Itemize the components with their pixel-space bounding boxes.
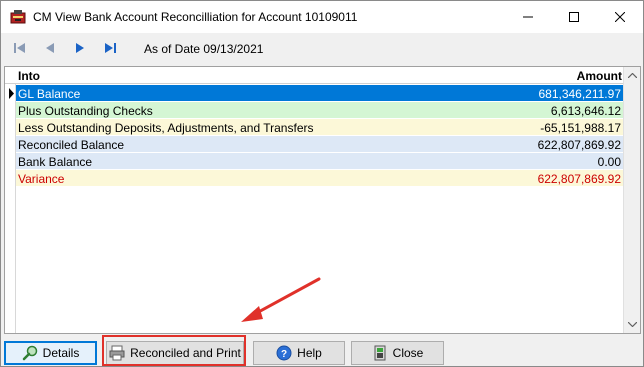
- row-amount: 681,346,211.97: [538, 87, 621, 101]
- help-button-label: Help: [297, 346, 322, 360]
- current-row-arrow-icon: [7, 85, 15, 102]
- minimize-button[interactable]: [505, 1, 551, 33]
- vertical-scrollbar[interactable]: [623, 67, 640, 333]
- help-button[interactable]: ? Help: [253, 341, 345, 365]
- reconciled-and-print-label: Reconciled and Print: [130, 346, 241, 360]
- row-label: GL Balance: [18, 87, 81, 101]
- row-label: Reconciled Balance: [18, 138, 125, 152]
- row-label: Variance: [18, 172, 65, 186]
- window-title: CM View Bank Account Reconcilliation for…: [33, 10, 358, 24]
- details-button[interactable]: Details: [4, 341, 97, 365]
- previous-record-button[interactable]: [41, 40, 59, 56]
- row-label: Bank Balance: [18, 155, 93, 169]
- button-bar: Details Reconciled and Print ? Help Clos…: [1, 337, 643, 367]
- scroll-up-icon[interactable]: [624, 67, 640, 84]
- column-header-into[interactable]: Into: [18, 69, 40, 83]
- grid-row[interactable]: GL Balance 681,346,211.97: [16, 85, 624, 102]
- app-bank-icon: [9, 9, 27, 25]
- first-record-button[interactable]: [11, 40, 29, 56]
- close-window-button[interactable]: [597, 1, 643, 33]
- grid-row[interactable]: Plus Outstanding Checks 6,613,646.12: [16, 102, 624, 119]
- row-amount: 622,807,869.92: [537, 172, 621, 186]
- reconciled-and-print-button[interactable]: Reconciled and Print: [106, 341, 244, 365]
- as-of-date-label: As of Date 09/13/2021: [144, 42, 264, 56]
- reconciliation-window: CM View Bank Account Reconcilliation for…: [0, 0, 644, 367]
- row-amount: 0.00: [597, 155, 621, 169]
- row-indicator-column: [5, 67, 16, 333]
- row-label: Less Outstanding Deposits, Adjustments, …: [18, 121, 314, 135]
- help-icon: ?: [276, 345, 292, 361]
- row-amount: -65,151,988.17: [540, 121, 621, 135]
- next-record-button[interactable]: [71, 40, 89, 56]
- row-label: Plus Outstanding Checks: [18, 104, 153, 118]
- row-amount: 6,613,646.12: [550, 104, 621, 118]
- close-button[interactable]: Close: [351, 341, 444, 365]
- column-header-amount[interactable]: Amount: [424, 69, 624, 83]
- details-button-label: Details: [42, 346, 80, 360]
- grid-row[interactable]: Bank Balance 0.00: [16, 153, 624, 170]
- grid-row[interactable]: Reconciled Balance 622,807,869.92: [16, 136, 624, 153]
- title-bar: CM View Bank Account Reconcilliation for…: [1, 1, 643, 33]
- grid-row[interactable]: Variance 622,807,869.92: [16, 170, 624, 187]
- row-amount: 622,807,869.92: [537, 138, 621, 152]
- maximize-button[interactable]: [551, 1, 597, 33]
- svg-text:?: ?: [281, 349, 287, 360]
- grid-header: Into Amount: [5, 67, 624, 84]
- scroll-down-icon[interactable]: [624, 316, 640, 333]
- grid-row[interactable]: Less Outstanding Deposits, Adjustments, …: [16, 119, 624, 136]
- reconciliation-grid: Into Amount GL Balance 681,346,211.97 Pl…: [4, 66, 641, 334]
- last-record-button[interactable]: [101, 40, 119, 56]
- record-navigator: As of Date 09/13/2021: [1, 33, 643, 63]
- magnifier-icon: [22, 345, 38, 361]
- close-door-icon: [372, 345, 388, 361]
- close-button-label: Close: [392, 346, 424, 360]
- printer-icon: [109, 345, 125, 361]
